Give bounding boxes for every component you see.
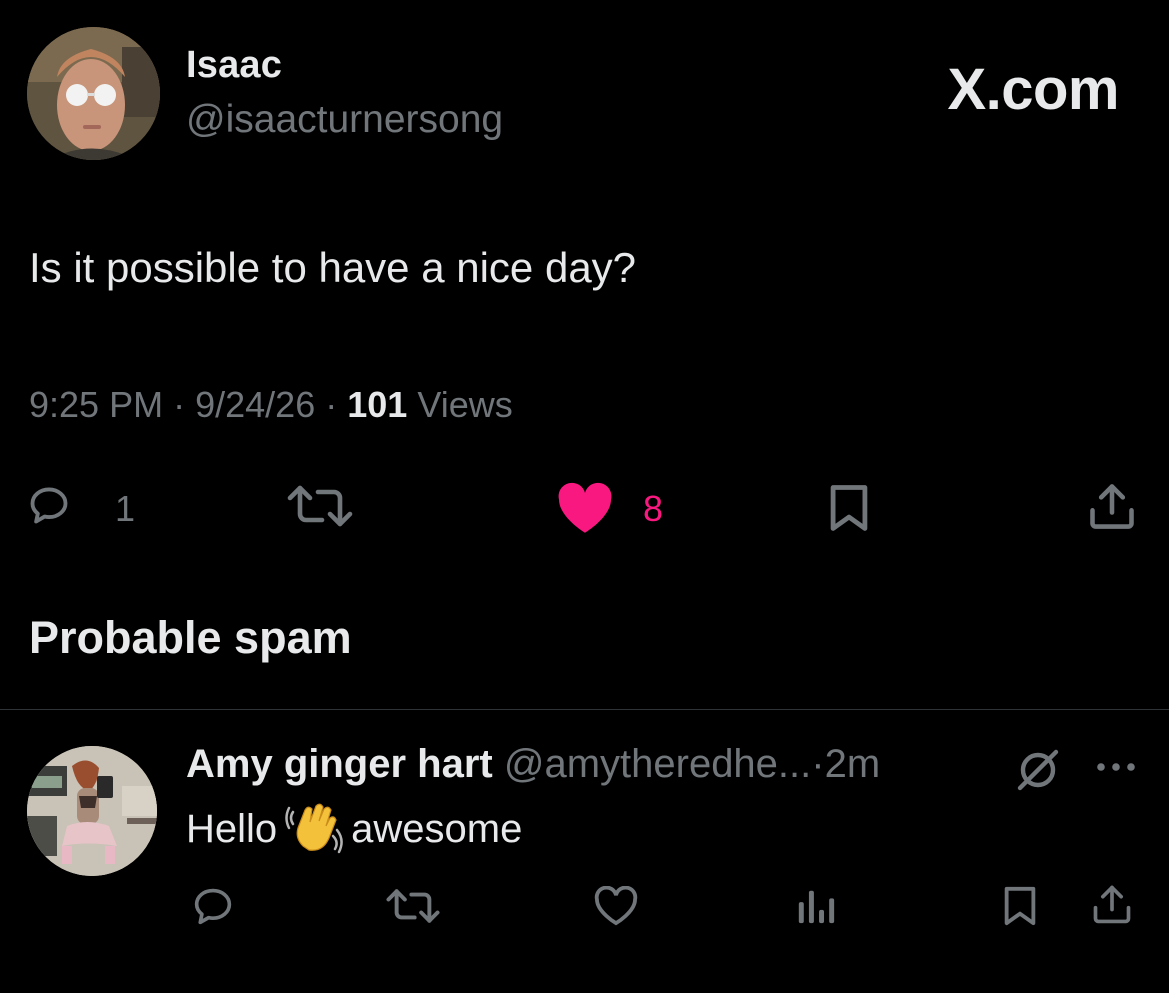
brand-logo: X.com: [947, 57, 1119, 122]
tweet-date[interactable]: 9/24/26: [195, 384, 315, 425]
divider: [0, 709, 1169, 710]
tweet-meta: 9:25 PM · 9/24/26 · 101 Views: [29, 384, 513, 426]
tweet-time[interactable]: 9:25 PM: [29, 384, 163, 425]
tweet-text: Is it possible to have a nice day?: [29, 244, 637, 291]
reply-text: Hello awesome: [186, 802, 522, 854]
share-icon[interactable]: [1090, 882, 1134, 926]
reply-icon[interactable]: [191, 886, 235, 926]
grok-icon[interactable]: [1014, 746, 1062, 794]
reply-text-after: awesome: [351, 807, 523, 851]
like-count: 8: [643, 488, 664, 529]
waving-hand-emoji: [285, 802, 345, 854]
section-title: Probable spam: [29, 612, 352, 663]
reply-author-handle[interactable]: @amytheredhe...: [504, 742, 811, 786]
reply-icon[interactable]: [27, 483, 71, 527]
meta-separator: ·: [325, 384, 338, 425]
reply-avatar[interactable]: [27, 746, 157, 876]
meta-separator: ·: [811, 742, 825, 786]
views-count: 101: [347, 384, 408, 425]
views-icon[interactable]: [795, 885, 837, 927]
author-handle[interactable]: @isaacturnersong: [186, 98, 503, 142]
bookmark-icon[interactable]: [1000, 885, 1040, 927]
reply-count: 1: [115, 488, 136, 529]
heart-filled-icon[interactable]: [555, 482, 615, 534]
reply-time[interactable]: 2m: [825, 742, 881, 786]
retweet-icon[interactable]: [385, 888, 441, 924]
author-name[interactable]: Isaac: [186, 44, 282, 87]
author-avatar[interactable]: [27, 27, 160, 160]
heart-icon[interactable]: [593, 886, 639, 926]
reply-author-name[interactable]: Amy ginger hart: [186, 742, 493, 786]
meta-separator: ·: [173, 384, 186, 425]
share-icon[interactable]: [1086, 480, 1138, 532]
reply-text-before: Hello: [186, 807, 278, 851]
retweet-icon[interactable]: [285, 484, 355, 528]
views-label: Views: [417, 384, 513, 425]
reply-header: Amy ginger hart @amytheredhe...·2m: [186, 742, 880, 787]
more-options-icon[interactable]: [1093, 757, 1139, 777]
bookmark-icon[interactable]: [825, 483, 873, 533]
